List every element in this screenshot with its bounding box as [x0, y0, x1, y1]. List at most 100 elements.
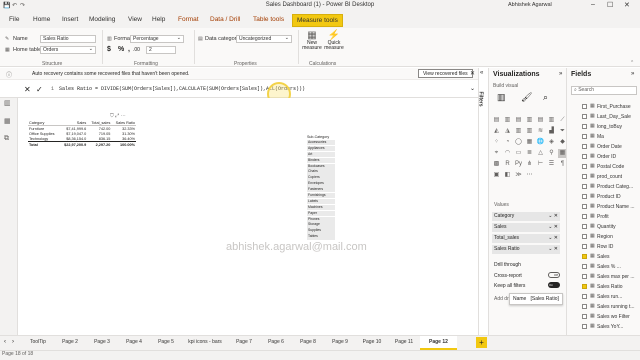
value-well-category[interactable]: Category ⌄ ✕ [492, 212, 560, 221]
home-table-select[interactable]: Orders ⌄ [40, 46, 96, 54]
analytics-icon[interactable]: ⌕ [543, 92, 548, 103]
chevron-up-icon[interactable]: ⌃ [630, 60, 634, 66]
page-tab[interactable]: Page 7 [228, 339, 260, 345]
slicer-item[interactable]: Furnishings [307, 193, 335, 199]
more-visuals-icon[interactable]: ⋯ [525, 171, 534, 180]
quick-measure-button[interactable]: ⚡ Quick measure [322, 30, 346, 51]
tab-file[interactable]: File [9, 16, 19, 23]
currency-button[interactable]: $ [107, 46, 111, 53]
donut-icon[interactable]: ◯ [514, 138, 523, 147]
slicer-item[interactable]: Envelopes [307, 181, 335, 187]
value-well-total-sales[interactable]: Total_sales ⌄ ✕ [492, 234, 560, 243]
close-icon[interactable]: ✕ [624, 1, 630, 9]
page-tab[interactable]: Page 6 [260, 339, 292, 345]
kpi-icon[interactable]: △ [536, 149, 545, 158]
chevron-left-icon[interactable]: ‹ [4, 339, 6, 345]
field-checkbox[interactable] [582, 154, 587, 159]
maximize-icon[interactable]: ☐ [607, 1, 613, 9]
line-stacked-icon[interactable]: ▥ [525, 127, 534, 136]
slicer-item[interactable]: Art [307, 151, 335, 158]
decimal-places-input[interactable]: 2 [146, 46, 176, 54]
page-tab[interactable]: Page 12 [420, 336, 457, 350]
scatter-icon[interactable]: ⁘ [492, 138, 501, 147]
expand-icon[interactable]: « [480, 70, 483, 76]
page-tab[interactable]: Page 2 [54, 339, 86, 345]
field-checkbox[interactable] [582, 144, 587, 149]
sub-category-slicer[interactable]: Sub-Category Accessories Appliances Art … [307, 135, 335, 240]
stacked-area-icon[interactable]: ◮ [503, 127, 512, 136]
minimize-icon[interactable]: – [591, 1, 595, 8]
decomposition-tree-icon[interactable]: ⊢ [536, 160, 545, 169]
keep-filters-toggle[interactable]: On [548, 282, 560, 288]
python-visual-icon[interactable]: Py [514, 160, 523, 169]
pie-icon[interactable]: ◔ [503, 138, 512, 147]
tab-measure-tools[interactable]: Measure tools [292, 14, 343, 27]
slicer-item[interactable]: Machines [307, 204, 335, 211]
line-column-icon[interactable]: ▥ [514, 127, 523, 136]
filled-map-icon[interactable]: ◈ [547, 138, 556, 147]
slicer-item[interactable]: Phones [307, 216, 335, 222]
filters-pane-collapsed[interactable]: « Filters [478, 68, 488, 335]
remove-icon[interactable]: ⌄ ✕ [548, 235, 558, 242]
field-checkbox[interactable] [582, 204, 587, 209]
slicer-item[interactable]: Appliances [307, 145, 335, 152]
slicer-item[interactable]: Binders [307, 157, 335, 163]
tab-data-drill[interactable]: Data / Drill [210, 16, 240, 23]
build-visual-icon[interactable]: ▥ [497, 92, 506, 103]
field-checkbox[interactable] [582, 134, 587, 139]
bar-100-icon[interactable]: ▤ [536, 116, 545, 125]
report-view-icon[interactable]: ▥ [4, 99, 17, 107]
field-checkbox[interactable] [582, 124, 587, 129]
slicer-item[interactable]: Tables [307, 234, 335, 240]
view-recovered-button[interactable]: View recovered files [418, 69, 473, 78]
slicer-item[interactable]: Copiers [307, 175, 335, 181]
field-checkbox[interactable] [582, 234, 587, 239]
cross-report-toggle[interactable]: Off [548, 272, 560, 278]
treemap-icon[interactable]: ▦ [525, 138, 534, 147]
key-influencers-icon[interactable]: ⋔ [525, 160, 534, 169]
page-tab[interactable]: Page 8 [292, 339, 324, 345]
ribbon-chart-icon[interactable]: ≋ [536, 127, 545, 136]
page-tab[interactable]: Page 11 [388, 339, 420, 345]
field-checkbox[interactable] [582, 274, 587, 279]
tab-modeling[interactable]: Modeling [89, 16, 115, 23]
field-checkbox[interactable] [582, 174, 587, 179]
more-options-icon[interactable]: ⋯ [121, 113, 126, 119]
slicer-item[interactable]: Accessories [307, 140, 335, 146]
page-tab[interactable]: Page 4 [118, 339, 150, 345]
field-checkbox[interactable] [582, 254, 587, 259]
area-chart-icon[interactable]: ◭ [492, 127, 501, 136]
add-drill-field[interactable]: Add dr [494, 296, 509, 302]
power-apps-icon[interactable]: ◧ [503, 171, 512, 180]
comma-button[interactable]: , [128, 46, 130, 53]
slicer-item[interactable]: Storage [307, 222, 335, 228]
stacked-bar-icon[interactable]: ▤ [492, 116, 501, 125]
slicer-item[interactable]: Supplies [307, 228, 335, 234]
filter-icon[interactable]: ⛉ [110, 113, 114, 119]
page-tab[interactable]: Page 3 [86, 339, 118, 345]
model-view-icon[interactable]: ⧉ [4, 135, 17, 143]
percent-button[interactable]: % [118, 46, 124, 53]
value-well-sales-ratio[interactable]: Sales Ratio ⌄ ✕ [492, 245, 560, 254]
field-checkbox[interactable] [582, 324, 587, 329]
azure-map-icon[interactable]: ⌖ [492, 149, 501, 158]
close-icon[interactable]: ✕ [470, 70, 475, 77]
slicer-item[interactable]: Paper [307, 210, 335, 216]
tab-help[interactable]: Help [152, 16, 165, 23]
measure-name-input[interactable]: Sales Ratio [40, 35, 96, 43]
remove-icon[interactable]: ⌄ ✕ [548, 213, 558, 220]
column-100-icon[interactable]: ▥ [547, 116, 556, 125]
card-icon[interactable]: ▭ [514, 149, 523, 158]
tab-home[interactable]: Home [33, 16, 50, 23]
chevron-right-icon[interactable]: › [12, 339, 14, 345]
page-tab[interactable]: kpi icons - bars [182, 339, 228, 345]
tab-format[interactable]: Format [178, 16, 199, 23]
field-checkbox[interactable] [582, 224, 587, 229]
tab-insert[interactable]: Insert [62, 16, 78, 23]
power-automate-icon[interactable]: ≫ [514, 171, 523, 180]
table-visual[interactable]: Category Sales Total_sales Sales Ratio F… [28, 120, 136, 147]
user-name[interactable]: Abhishek Agarwal [508, 2, 552, 8]
field-checkbox[interactable] [582, 184, 587, 189]
format-select[interactable]: Percentage ⌄ [130, 35, 184, 43]
tab-table-tools[interactable]: Table tools [253, 16, 284, 23]
